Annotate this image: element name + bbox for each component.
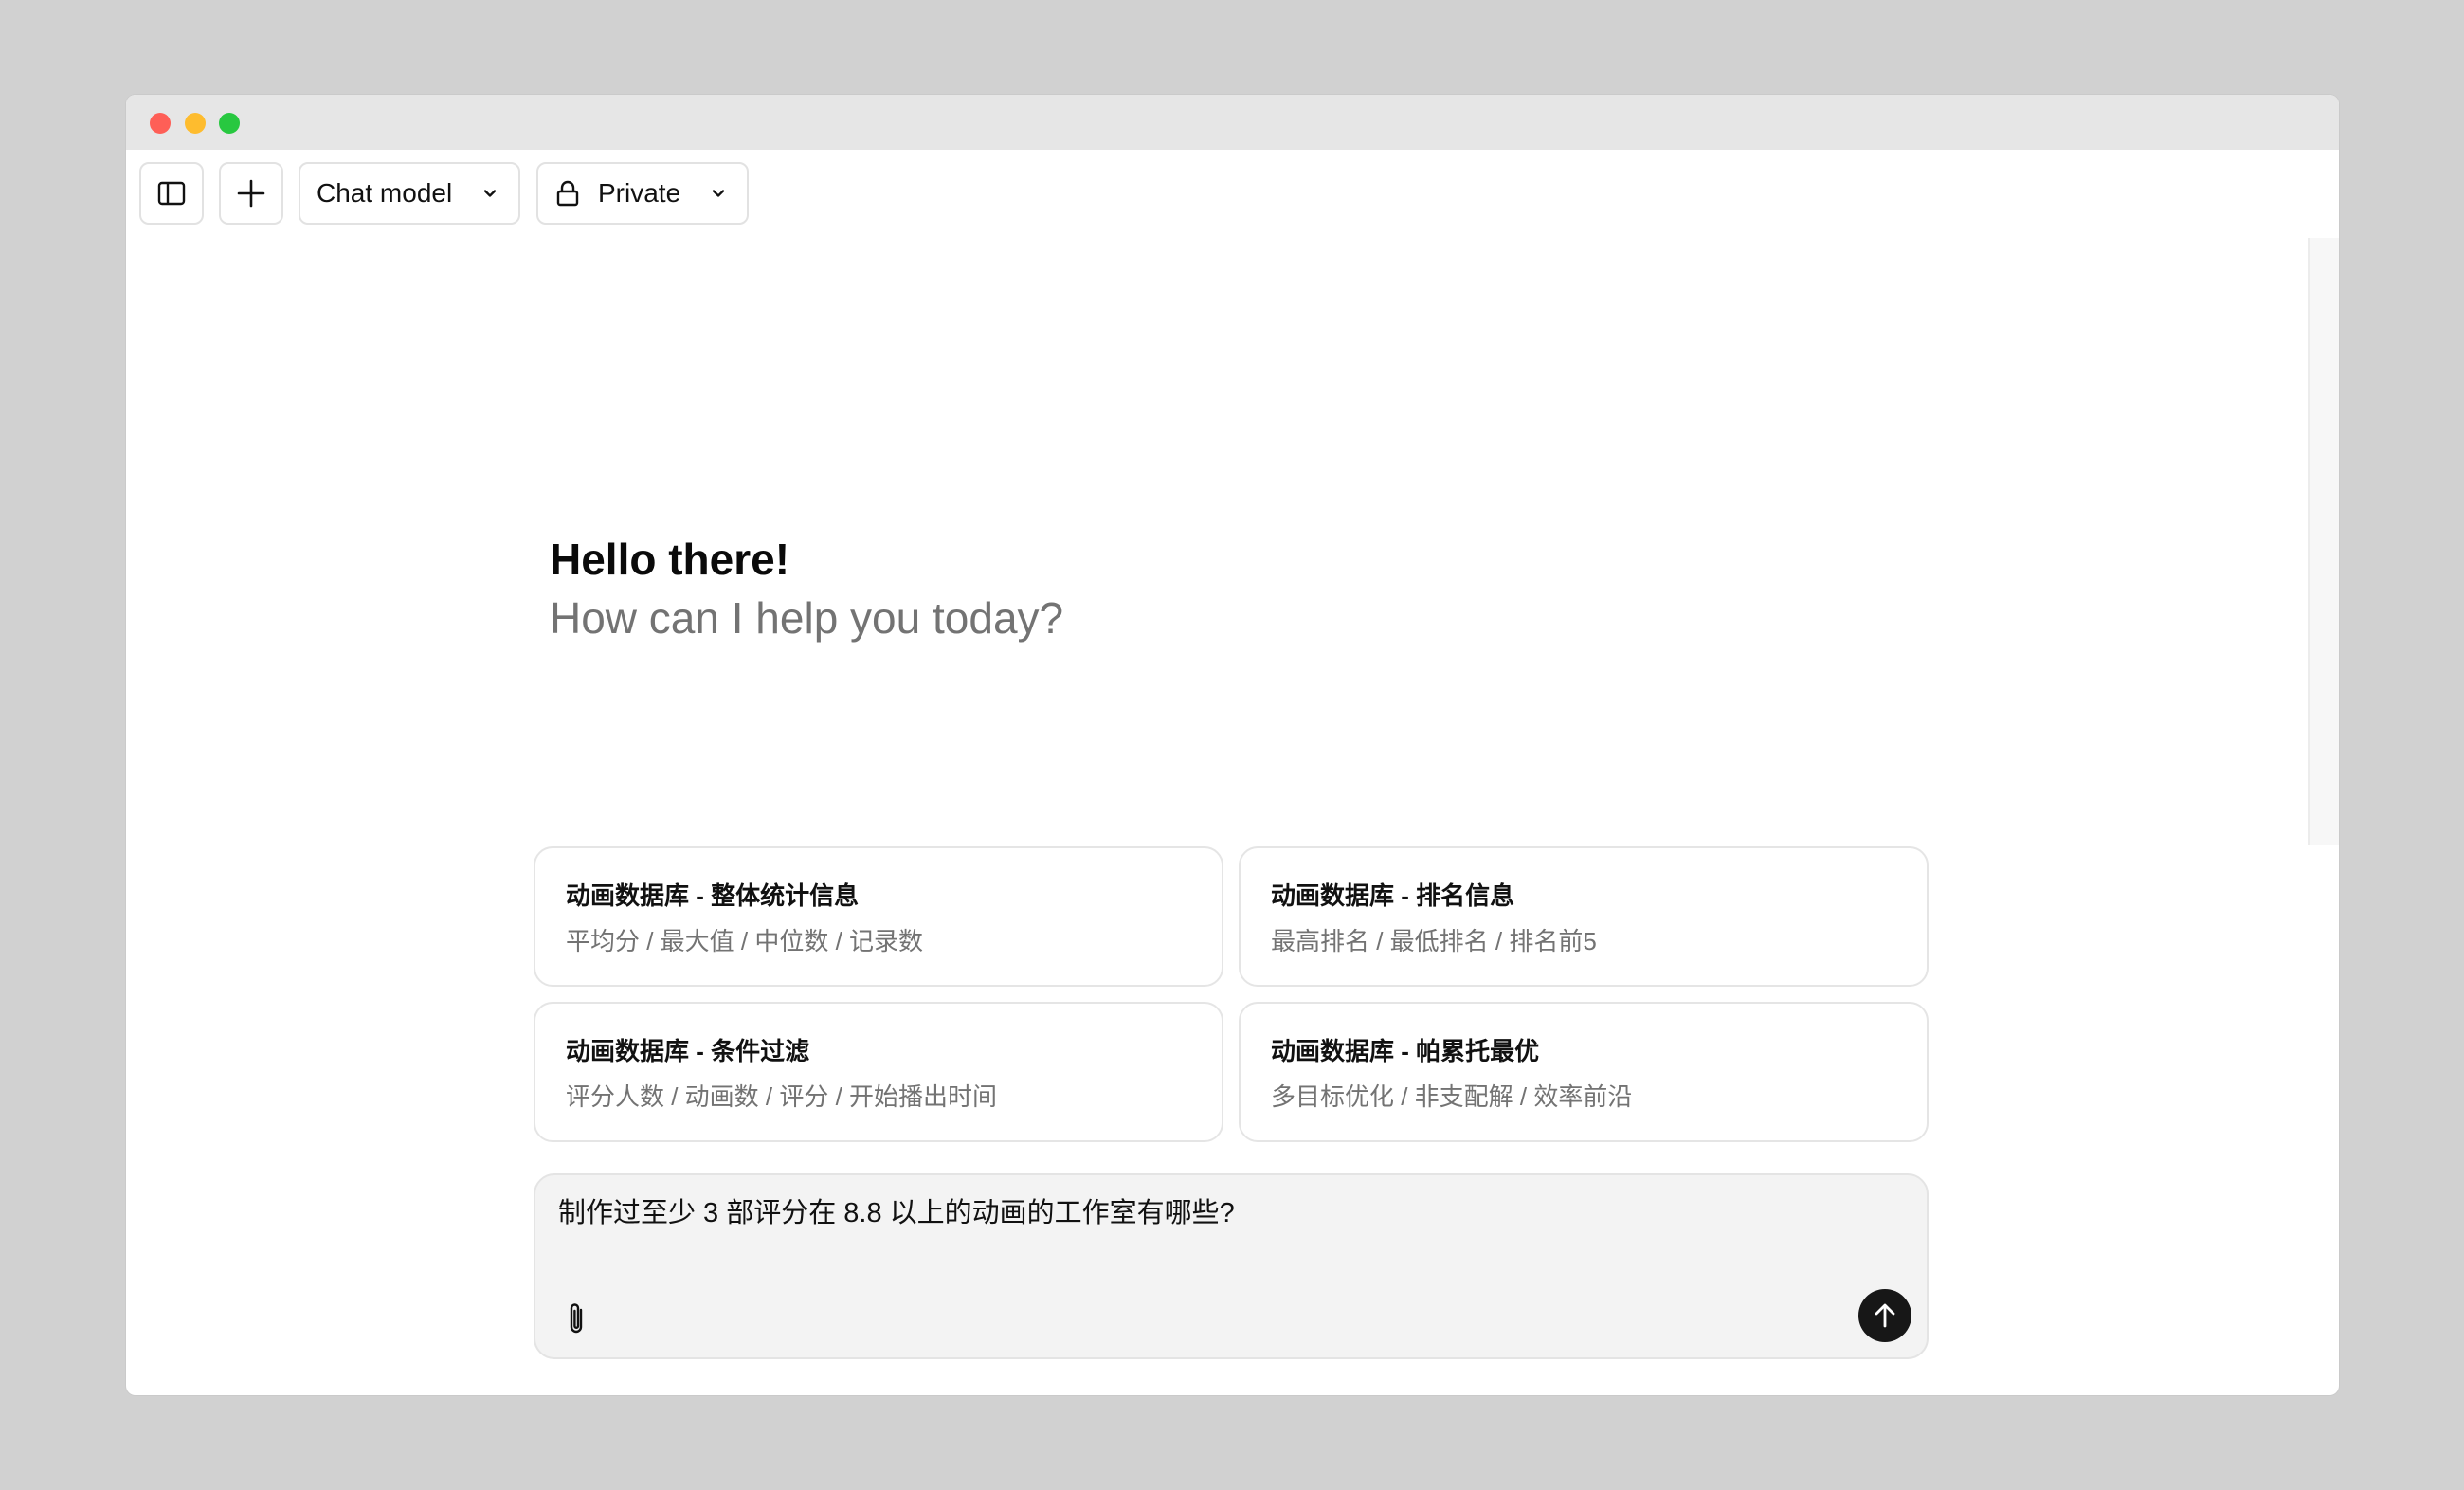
greeting-subtitle: How can I help you today? bbox=[550, 593, 1064, 643]
greeting-title: Hello there! bbox=[550, 535, 790, 584]
message-composer: 制作过至少 3 部评分在 8.8 以上的动画的工作室有哪些? bbox=[534, 1173, 1929, 1359]
chevron-down-icon bbox=[712, 190, 725, 197]
suggested-action-card[interactable]: 动画数据库 - 排名信息 最高排名 / 最低排名 / 排名前5 bbox=[1239, 846, 1929, 987]
arrow-up-icon bbox=[1875, 1303, 1895, 1328]
close-window-button[interactable] bbox=[150, 113, 171, 134]
model-selector[interactable]: Chat model bbox=[299, 162, 520, 225]
suggestion-title: 动画数据库 - 条件过滤 bbox=[566, 1037, 810, 1065]
message-input[interactable]: 制作过至少 3 部评分在 8.8 以上的动画的工作室有哪些? bbox=[558, 1194, 1866, 1232]
lock-icon bbox=[556, 180, 579, 207]
suggestion-title: 动画数据库 - 帕累托最优 bbox=[1271, 1037, 1540, 1065]
maximize-window-button[interactable] bbox=[219, 113, 240, 134]
visibility-selector-content: Private bbox=[554, 178, 680, 209]
paperclip-icon bbox=[570, 1303, 583, 1334]
model-selector-label: Chat model bbox=[317, 178, 453, 208]
scrollbar[interactable] bbox=[2308, 238, 2339, 845]
suggestion-description: 平均分 / 最大值 / 中位数 / 记录数 bbox=[566, 927, 924, 955]
attach-button[interactable] bbox=[560, 1299, 592, 1340]
suggested-action-card[interactable]: 动画数据库 - 整体统计信息 平均分 / 最大值 / 中位数 / 记录数 bbox=[534, 846, 1223, 987]
window-titlebar bbox=[126, 95, 2339, 150]
sidebar-toggle-icon bbox=[157, 181, 186, 206]
suggested-action-card[interactable]: 动画数据库 - 帕累托最优 多目标优化 / 非支配解 / 效率前沿 bbox=[1239, 1002, 1929, 1142]
suggestion-description: 评分人数 / 动画数 / 评分 / 开始播出时间 bbox=[566, 1082, 998, 1111]
greeting: Hello there! How can I help you today? bbox=[550, 531, 1063, 648]
send-button[interactable] bbox=[1858, 1289, 1911, 1342]
minimize-window-button[interactable] bbox=[185, 113, 206, 134]
suggestion-title: 动画数据库 - 整体统计信息 bbox=[566, 881, 860, 910]
visibility-selector[interactable]: Private bbox=[536, 162, 749, 225]
chevron-down-icon bbox=[483, 190, 497, 197]
visibility-selector-label: Private bbox=[598, 178, 681, 208]
suggestion-title: 动画数据库 - 排名信息 bbox=[1271, 881, 1515, 910]
sidebar-toggle-button[interactable] bbox=[139, 162, 204, 225]
suggestion-description: 多目标优化 / 非支配解 / 效率前沿 bbox=[1271, 1082, 1633, 1111]
suggested-action-card[interactable]: 动画数据库 - 条件过滤 评分人数 / 动画数 / 评分 / 开始播出时间 bbox=[534, 1002, 1223, 1142]
app-window: Chat model Private Hello there! How can … bbox=[126, 95, 2339, 1395]
new-chat-button[interactable] bbox=[219, 162, 283, 225]
suggestion-description: 最高排名 / 最低排名 / 排名前5 bbox=[1271, 927, 1597, 955]
plus-icon bbox=[237, 179, 265, 208]
